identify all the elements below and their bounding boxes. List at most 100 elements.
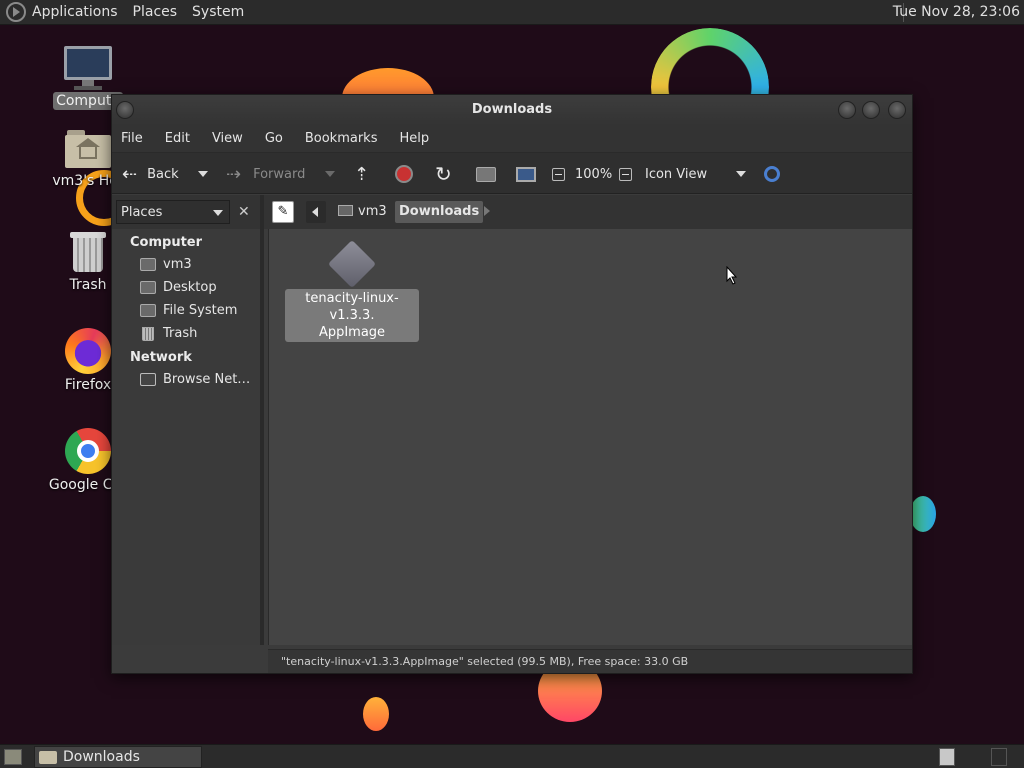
zoom-in-icon — [619, 167, 632, 181]
folder-icon — [39, 750, 57, 764]
window-titlebar[interactable]: Downloads — [112, 95, 912, 125]
minimize-button[interactable] — [838, 101, 856, 119]
menu-edit[interactable]: Edit — [165, 131, 190, 146]
menu-view[interactable]: View — [212, 131, 243, 146]
network-icon — [140, 373, 156, 386]
desktop-icon-label: Trash — [69, 277, 107, 293]
menu-help[interactable]: Help — [399, 131, 429, 146]
file-name: tenacity-linux-v1.3.3. AppImage — [285, 289, 419, 342]
workspace-1-button[interactable] — [939, 748, 955, 766]
menubar: File Edit View Go Bookmarks Help — [112, 125, 912, 152]
sidebar-item-label: Desktop — [163, 280, 217, 295]
window-menu-button[interactable] — [116, 101, 134, 119]
chrome-icon — [65, 428, 111, 474]
maximize-button[interactable] — [862, 101, 880, 119]
bottom-panel: Downloads — [0, 744, 1024, 768]
show-desktop-button[interactable] — [4, 749, 22, 765]
window-title: Downloads — [471, 102, 553, 117]
status-bar: "tenacity-linux-v1.3.3.AppImage" selecte… — [268, 649, 912, 673]
view-mode-label: Icon View — [645, 166, 708, 182]
sidebar-item-file-system[interactable]: File System — [140, 303, 237, 318]
chevron-down-icon — [325, 171, 335, 177]
file-item[interactable]: tenacity-linux-v1.3.3. AppImage — [285, 239, 419, 342]
back-history-dropdown[interactable] — [198, 153, 208, 195]
appimage-file-icon — [327, 239, 377, 289]
reload-button[interactable]: ↻ — [435, 153, 452, 195]
file-view[interactable]: tenacity-linux-v1.3.3. AppImage — [268, 229, 912, 645]
firefox-icon — [65, 328, 111, 374]
file-name-line: tenacity-linux-v1.3.3. — [305, 291, 399, 323]
view-mode-select[interactable]: Icon View — [645, 153, 707, 195]
forward-button[interactable]: ⇢ Forward — [226, 153, 305, 195]
home-folder-icon — [140, 258, 156, 271]
zoom-out-icon — [552, 167, 565, 181]
menu-file[interactable]: File — [121, 131, 143, 146]
path-scroll-right-button[interactable] — [484, 206, 490, 216]
file-name-line: AppImage — [318, 325, 386, 340]
menu-bookmarks[interactable]: Bookmarks — [305, 131, 378, 146]
mouse-cursor-icon — [726, 266, 738, 285]
applications-menu[interactable]: Applications — [32, 4, 118, 20]
search-button[interactable] — [764, 153, 780, 195]
close-icon[interactable]: ✕ — [238, 204, 250, 220]
sidebar-header: Places ✕ — [112, 195, 260, 229]
taskbar-window-label: Downloads — [63, 749, 140, 765]
view-mode-dropdown[interactable] — [736, 153, 746, 195]
drive-icon — [140, 304, 156, 317]
clock[interactable]: Tue Nov 28, 23:06 — [893, 4, 1020, 20]
home-folder-icon — [338, 205, 353, 216]
sidebar-group-computer: Computer — [130, 235, 203, 250]
places-menu[interactable]: Places — [133, 4, 178, 20]
sidebar-item-label: Browse Net… — [163, 372, 251, 387]
workspace-2-button[interactable] — [991, 748, 1007, 766]
trash-icon — [70, 230, 106, 274]
sidebar-group-network: Network — [130, 350, 192, 365]
sidebar-item-desktop[interactable]: Desktop — [140, 280, 217, 295]
menu-go[interactable]: Go — [265, 131, 283, 146]
sidebar-selector[interactable]: Places — [116, 200, 230, 224]
sidebar-item-browse-network[interactable]: Browse Net… — [140, 372, 250, 387]
system-menu[interactable]: System — [192, 4, 244, 20]
path-scroll-left-button[interactable] — [306, 201, 326, 223]
sidebar: Places ✕ Computer vm3 Desktop File Syste… — [112, 195, 264, 645]
path-crumb-downloads[interactable]: Downloads — [395, 201, 484, 223]
path-crumb-label: vm3 — [358, 204, 387, 219]
sidebar-item-label: vm3 — [163, 257, 192, 272]
taskbar-window-downloads[interactable]: Downloads — [34, 746, 202, 768]
zoom-level[interactable]: 100% — [575, 153, 612, 195]
top-panel: Applications Places System Tue Nov 28, 2… — [0, 0, 1024, 25]
reload-icon: ↻ — [435, 162, 452, 186]
computer-icon — [64, 46, 112, 90]
forward-arrow-icon: ⇢ — [226, 163, 242, 185]
trash-icon — [142, 326, 154, 341]
home-button[interactable] — [476, 153, 496, 195]
up-button[interactable]: ⇡ — [354, 153, 369, 195]
sidebar-item-trash[interactable]: Trash — [140, 326, 197, 341]
toolbar: ⇠ Back ⇢ Forward ⇡ ↻ 100% Icon View — [112, 152, 912, 194]
chevron-down-icon — [213, 210, 223, 216]
desktop-icon-label: Firefox — [64, 377, 112, 393]
zoom-in-button[interactable] — [619, 153, 632, 195]
sidebar-selector-label: Places — [121, 204, 163, 220]
back-button[interactable]: ⇠ Back — [122, 153, 179, 195]
home-folder-icon — [65, 130, 111, 168]
forward-history-dropdown[interactable] — [325, 153, 335, 195]
stop-button[interactable] — [395, 153, 413, 195]
back-arrow-icon: ⇠ — [122, 163, 138, 185]
zoom-out-button[interactable] — [552, 153, 565, 195]
desktop-folder-icon — [140, 281, 156, 294]
path-crumb-vm3[interactable]: vm3 — [334, 201, 391, 223]
distro-logo-icon[interactable] — [6, 2, 26, 22]
close-button[interactable] — [888, 101, 906, 119]
computer-button[interactable] — [516, 153, 536, 195]
home-icon — [476, 166, 496, 182]
wallpaper-shape — [363, 697, 389, 731]
sidebar-item-label: Trash — [163, 326, 198, 341]
sidebar-item-label: File System — [163, 303, 238, 318]
stop-icon — [395, 165, 413, 183]
wallpaper-shape — [910, 496, 936, 532]
forward-label: Forward — [253, 166, 306, 182]
computer-icon — [516, 166, 536, 182]
sidebar-item-vm3[interactable]: vm3 — [140, 257, 192, 272]
toggle-location-edit-button[interactable]: ✎ — [272, 201, 294, 223]
